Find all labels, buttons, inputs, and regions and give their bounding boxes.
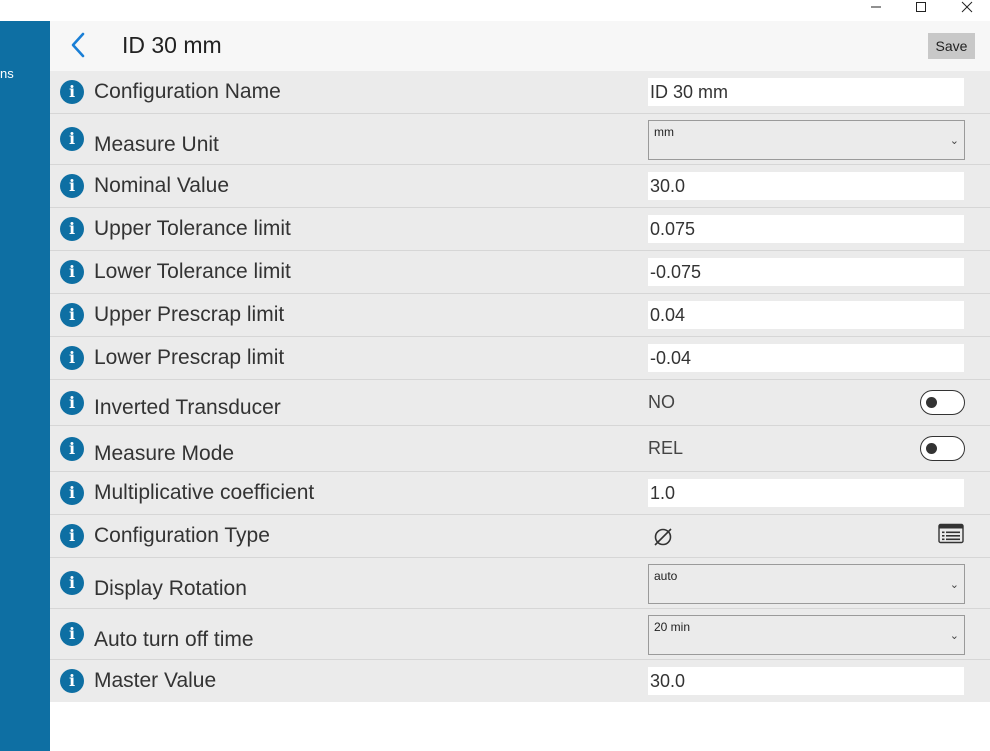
toggle-knob	[926, 443, 937, 454]
upper-prescrap-input[interactable]	[648, 301, 964, 329]
toggle-state-text: NO	[648, 392, 675, 412]
field-label: Upper Prescrap limit	[94, 303, 285, 326]
chevron-down-icon: ⌄	[949, 630, 959, 642]
sidebar: ns	[0, 21, 50, 751]
diameter-icon[interactable]	[652, 526, 674, 548]
info-icon[interactable]: i	[60, 174, 84, 198]
close-icon[interactable]	[944, 0, 990, 14]
multiplicative-coefficient-input[interactable]	[648, 479, 964, 507]
info-icon[interactable]: i	[60, 571, 84, 595]
info-icon[interactable]: i	[60, 622, 84, 646]
field-label: Master Value	[94, 669, 217, 692]
info-icon[interactable]: i	[60, 80, 84, 104]
measure-mode-toggle[interactable]	[920, 436, 965, 461]
inverted-transducer-toggle[interactable]	[920, 390, 965, 415]
chevron-left-icon	[71, 32, 85, 58]
field-label: Configuration Type	[94, 524, 270, 547]
field-label: Lower Tolerance limit	[94, 260, 291, 283]
upper-tolerance-input[interactable]	[648, 215, 964, 243]
info-icon[interactable]: i	[60, 217, 84, 241]
configuration-form: i Configuration Name i Measure Unit mm ⌄…	[50, 71, 990, 703]
minimize-icon[interactable]	[853, 0, 899, 14]
row-upper-tolerance-limit: i Upper Tolerance limit	[50, 208, 990, 251]
chevron-down-icon: ⌄	[949, 135, 959, 147]
row-lower-prescrap-limit: i Lower Prescrap limit	[50, 337, 990, 380]
info-icon[interactable]: i	[60, 524, 84, 548]
field-label: Nominal Value	[94, 174, 230, 197]
lower-tolerance-input[interactable]	[648, 258, 964, 286]
toggle-knob	[926, 397, 937, 408]
info-icon[interactable]: i	[60, 390, 84, 415]
row-nominal-value: i Nominal Value	[50, 165, 990, 208]
select-value: mm	[654, 125, 674, 139]
chevron-down-icon: ⌄	[949, 579, 959, 591]
save-button[interactable]: Save	[928, 33, 975, 59]
row-inverted-transducer: i Inverted Transducer NO	[50, 380, 990, 426]
sidebar-item-label[interactable]: ns	[0, 66, 14, 81]
window-titlebar	[0, 0, 990, 21]
row-measure-unit: i Measure Unit mm ⌄	[50, 114, 990, 165]
configuration-name-input[interactable]	[648, 78, 964, 106]
maximize-icon[interactable]	[898, 0, 944, 14]
lower-prescrap-input[interactable]	[648, 344, 964, 372]
row-lower-tolerance-limit: i Lower Tolerance limit	[50, 251, 990, 294]
field-label: Display Rotation	[94, 577, 247, 600]
row-multiplicative-coefficient: i Multiplicative coefficient	[50, 472, 990, 515]
info-icon[interactable]: i	[60, 127, 84, 151]
content-footer-space	[50, 702, 990, 751]
row-measure-mode: i Measure Mode REL	[50, 426, 990, 472]
master-value-input[interactable]	[648, 667, 964, 695]
info-icon[interactable]: i	[60, 346, 84, 370]
info-icon[interactable]: i	[60, 260, 84, 284]
page-title: ID 30 mm	[122, 32, 222, 58]
field-label: Measure Unit	[94, 133, 219, 156]
row-configuration-type: i Configuration Type	[50, 515, 990, 558]
info-icon[interactable]: i	[60, 481, 84, 505]
field-label: Configuration Name	[94, 80, 281, 103]
field-label: Inverted Transducer	[94, 396, 281, 419]
row-auto-turn-off-time: i Auto turn off time 20 min ⌄	[50, 609, 990, 660]
field-label: Upper Tolerance limit	[94, 217, 291, 240]
info-icon[interactable]: i	[60, 303, 84, 327]
row-upper-prescrap-limit: i Upper Prescrap limit	[50, 294, 990, 337]
page-header: ID 30 mm Save	[50, 21, 990, 71]
measure-unit-select[interactable]: mm ⌄	[648, 120, 965, 160]
field-label: Multiplicative coefficient	[94, 481, 315, 504]
toggle-state-text: REL	[648, 438, 684, 458]
back-button[interactable]	[66, 31, 90, 59]
select-value: 20 min	[654, 620, 691, 634]
display-rotation-select[interactable]: auto ⌄	[648, 564, 965, 604]
field-label: Auto turn off time	[94, 628, 254, 651]
select-value: auto	[654, 569, 678, 583]
field-label: Lower Prescrap limit	[94, 346, 285, 369]
nominal-value-input[interactable]	[648, 172, 964, 200]
row-master-value: i Master Value	[50, 660, 990, 703]
auto-turn-off-select[interactable]: 20 min ⌄	[648, 615, 965, 655]
info-icon[interactable]: i	[60, 669, 84, 693]
row-display-rotation: i Display Rotation auto ⌄	[50, 558, 990, 609]
row-configuration-name: i Configuration Name	[50, 71, 990, 114]
list-icon[interactable]	[938, 523, 964, 545]
field-label: Measure Mode	[94, 442, 235, 465]
info-icon[interactable]: i	[60, 436, 84, 461]
